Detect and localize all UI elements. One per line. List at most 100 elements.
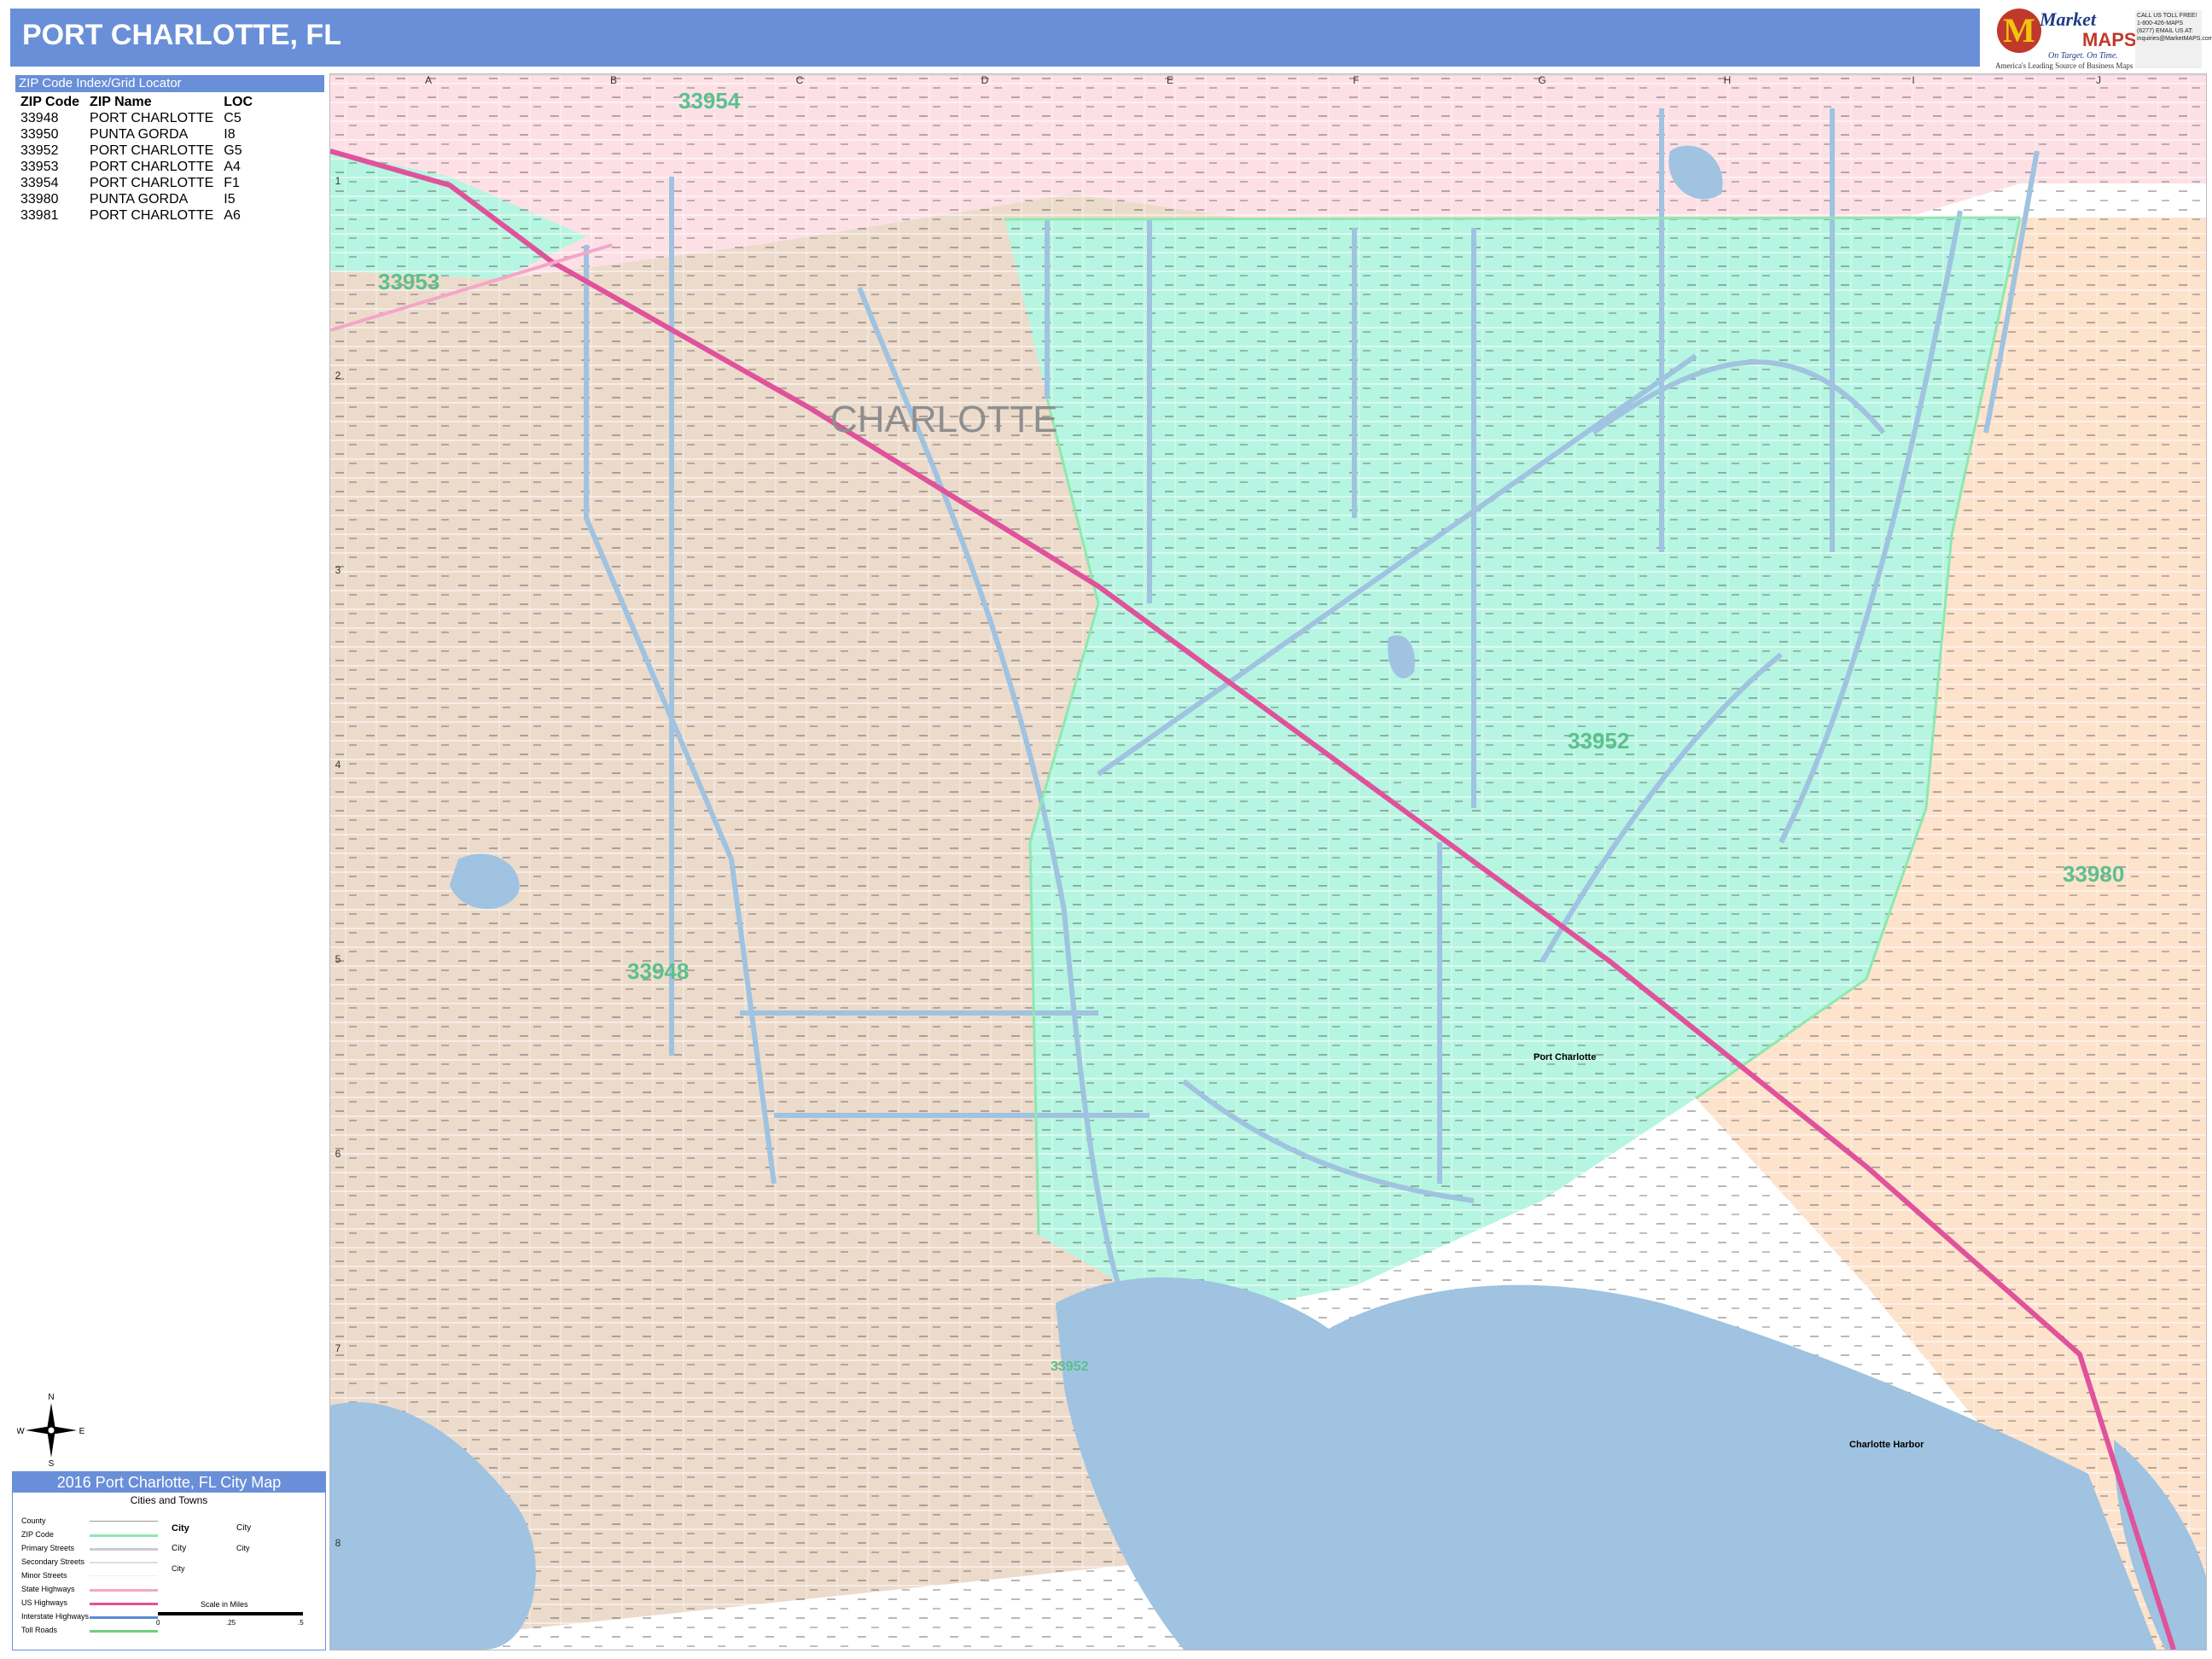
logo-tagline: On Target. On Time. (2048, 51, 2118, 61)
legend-primary-line (90, 1548, 158, 1551)
legend-item: Toll Roads (21, 1626, 58, 1634)
zip-name: PORT CHARLOTTE (90, 110, 214, 125)
map-area[interactable]: A B C D E F G H I J 1 2 3 4 5 6 7 8 3395… (329, 73, 2207, 1650)
grid-col-label: H (1723, 74, 1732, 86)
zip-loc: A4 (224, 159, 241, 174)
legend-city-alt-b: City (236, 1544, 250, 1552)
zip-loc: I5 (224, 191, 236, 207)
zip-code: 33952 (20, 143, 59, 158)
zip-label-33948: 33948 (627, 958, 690, 984)
legend-city-large: City (172, 1523, 189, 1534)
legend-city-small: City (172, 1564, 185, 1573)
zip-name: PORT CHARLOTTE (90, 207, 214, 223)
place-port-charlotte: Port Charlotte (1534, 1052, 1597, 1062)
svg-text:E: E (79, 1427, 85, 1436)
legend-city-alt-a: City (236, 1523, 252, 1533)
column-header: ZIP Name (90, 94, 152, 109)
zip-label-33952-south: 33952 (1051, 1359, 1089, 1374)
zip-loc: C5 (224, 110, 242, 125)
zip-loc: G5 (224, 143, 242, 158)
table-row: 33953 PORT CHARLOTTE A4 (20, 159, 263, 175)
scale-title: Scale in Miles (201, 1600, 248, 1609)
table-row: 33950 PUNTA GORDA I8 (20, 126, 263, 143)
legend-city-medium: City (172, 1544, 187, 1553)
zip-label-33953: 33953 (378, 269, 440, 294)
table-row: 33948 PORT CHARLOTTE C5 (20, 110, 263, 126)
page-title: PORT CHARLOTTE, FL (22, 19, 341, 51)
legend-zip-line (90, 1534, 158, 1537)
table-row: 33981 PORT CHARLOTTE A6 (20, 207, 263, 224)
grid-row-label: 7 (335, 1342, 341, 1354)
city-label-charlotte: CHARLOTTE (830, 399, 1058, 440)
zip-name: PORT CHARLOTTE (90, 159, 214, 174)
grid-row-label: 5 (335, 953, 341, 965)
grid-col-label: I (1912, 74, 1915, 86)
zip-code: 33953 (20, 159, 59, 174)
legend-secondary-line (90, 1562, 158, 1563)
grid-col-label: A (424, 74, 432, 86)
zip-name: PUNTA GORDA (90, 191, 189, 207)
zip-loc: I8 (224, 126, 236, 142)
table-row: 33954 PORT CHARLOTTE F1 (20, 175, 263, 191)
zip-code: 33981 (20, 207, 59, 223)
table-row: 33952 PORT CHARLOTTE G5 (20, 143, 263, 159)
zip-name: PORT CHARLOTTE (90, 143, 214, 158)
logo-brand-bottom: MAPS (2082, 29, 2137, 50)
zip-index-panel: ZIP Code Index/Grid Locator ZIP Code ZIP… (15, 75, 324, 224)
grid-row-label: 4 (335, 759, 341, 771)
zip-code: 33950 (20, 126, 59, 142)
zip-loc: F1 (224, 175, 240, 190)
legend-item: ZIP Code (21, 1530, 54, 1539)
place-charlotte-harbor: Charlotte Harbor (1849, 1440, 1924, 1450)
zip-index-header-row: ZIP Code ZIP Name LOC (20, 94, 263, 110)
map-canvas[interactable] (330, 74, 2206, 1650)
zip-name: PORT CHARLOTTE (90, 175, 214, 190)
zip-label-33952: 33952 (1568, 728, 1630, 754)
legend-minor-line (90, 1575, 158, 1576)
zip-label-33954: 33954 (678, 88, 741, 114)
legend-item: State Highways (21, 1585, 75, 1593)
zip-label-33980: 33980 (2063, 861, 2125, 887)
logo-contact: CALL US TOLL FREE! 1-800-426-MAPS (6277)… (2135, 10, 2212, 68)
legend-subtitle: Cities and Towns (130, 1494, 208, 1506)
zip-code: 33954 (20, 175, 59, 190)
legend-item: County (21, 1516, 46, 1525)
grid-row-label: 1 (335, 175, 341, 187)
legend-toll-line (90, 1630, 158, 1633)
grid-col-label: F (1353, 74, 1359, 86)
compass-rose-icon: N S W E (17, 1393, 85, 1468)
market-maps-logo: M Market MAPS On Target. On Time. Americ… (1988, 3, 2212, 72)
grid-row-label: 2 (335, 370, 341, 381)
svg-text:N: N (48, 1393, 54, 1402)
grid-col-label: G (1538, 74, 1546, 86)
column-header: LOC (224, 94, 253, 109)
scale-bar (158, 1612, 303, 1615)
zip-code: 33948 (20, 110, 59, 125)
grid-col-label: D (981, 74, 989, 86)
legend-item: Secondary Streets (21, 1557, 85, 1566)
zip-code: 33980 (20, 191, 59, 207)
map-legend: 2016 Port Charlotte, FL City Map Cities … (12, 1471, 326, 1650)
column-header: ZIP Code (20, 94, 80, 109)
legend-title: 2016 Port Charlotte, FL City Map (13, 1472, 325, 1493)
grid-col-label: B (609, 74, 617, 86)
grid-row-label: 6 (335, 1148, 341, 1160)
logo-m-icon: M (1997, 9, 2041, 53)
zip-index-header: ZIP Code Index/Grid Locator (15, 75, 324, 92)
title-bar: PORT CHARLOTTE, FL (10, 9, 1980, 67)
legend-us-hwy-line (90, 1603, 158, 1605)
grid-row-label: 3 (335, 564, 341, 576)
grid-row-label: 8 (335, 1537, 341, 1549)
zip-index-table: ZIP Code ZIP Name LOC 33948 PORT CHARLOTT… (20, 94, 263, 224)
legend-item: Primary Streets (21, 1544, 75, 1552)
zip-name: PUNTA GORDA (90, 126, 189, 142)
scale-tick: .25 (226, 1619, 236, 1627)
logo-subtitle: America's Leading Source of Business Map… (1995, 61, 2133, 70)
legend-item: Interstate Highways (21, 1612, 90, 1621)
legend-county-line (90, 1521, 158, 1522)
zip-loc: A6 (224, 207, 241, 223)
grid-col-label: C (795, 74, 804, 86)
grid-col-label: J (2096, 74, 2101, 86)
grid-col-label: E (1166, 74, 1173, 86)
table-row: 33980 PUNTA GORDA I5 (20, 191, 263, 207)
